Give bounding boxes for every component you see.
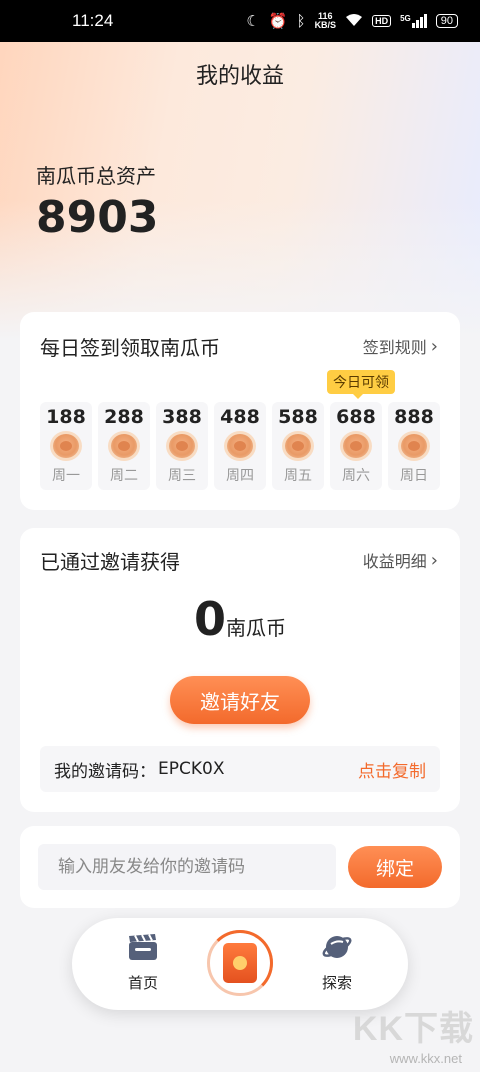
earnings-center-button[interactable] bbox=[207, 930, 273, 996]
pumpkin-coin-icon bbox=[340, 431, 372, 461]
chevron-right-icon: › bbox=[430, 549, 438, 571]
day-amount: 388 bbox=[162, 406, 202, 428]
status-bar: 11:24 ☾ ⏰ ᛒ 116 KB/S HD 5G 90 bbox=[0, 0, 480, 42]
battery-level: 90 bbox=[440, 15, 453, 27]
invite-code-input[interactable] bbox=[38, 844, 336, 890]
copy-code-button[interactable]: 点击复制 bbox=[358, 757, 426, 782]
checkin-day-fri[interactable]: 588 周五 bbox=[272, 402, 324, 490]
hd-badge: HD bbox=[372, 15, 392, 27]
pumpkin-coin-icon bbox=[282, 431, 314, 461]
nav-home-label: 首页 bbox=[127, 974, 158, 992]
invite-earnings-unit: 南瓜币 bbox=[226, 616, 286, 640]
alarm-icon: ⏰ bbox=[268, 12, 288, 30]
pumpkin-coin-icon bbox=[108, 431, 140, 461]
earnings-details-link[interactable]: 收益明细 › bbox=[363, 548, 438, 572]
day-weekday: 周五 bbox=[284, 468, 312, 484]
invite-code-row: 我的邀请码： EPCK0X 点击复制 bbox=[40, 746, 440, 792]
bottom-nav: 首页 探索 bbox=[72, 918, 408, 1010]
watermark-logo: KK下载 bbox=[352, 1010, 474, 1048]
invite-code-label: 我的邀请码： bbox=[54, 761, 156, 782]
total-assets-value: 8903 bbox=[36, 192, 159, 243]
day-weekday: 周二 bbox=[110, 468, 138, 484]
day-amount: 288 bbox=[104, 406, 144, 428]
checkin-day-wed[interactable]: 388 周三 bbox=[156, 402, 208, 490]
pumpkin-coin-icon bbox=[50, 431, 82, 461]
wifi-icon bbox=[345, 13, 363, 30]
checkin-rules-label: 签到规则 bbox=[362, 338, 427, 357]
net-speed: 116 KB/S bbox=[315, 12, 337, 30]
day-amount: 688 bbox=[336, 406, 376, 428]
checkin-days: 188 周一 288 周二 388 周三 488 周四 588 周五 688 周… bbox=[40, 402, 440, 490]
status-icons: ☾ ⏰ ᛒ 116 KB/S HD 5G 90 bbox=[246, 12, 458, 30]
checkin-day-thu[interactable]: 488 周四 bbox=[214, 402, 266, 490]
day-weekday: 周三 bbox=[168, 468, 196, 484]
invite-earnings: 0南瓜币 bbox=[20, 592, 460, 646]
bind-code-card: 绑定 bbox=[20, 826, 460, 908]
status-time: 11:24 bbox=[72, 11, 114, 30]
bluetooth-icon: ᛒ bbox=[296, 12, 306, 30]
chevron-right-icon: › bbox=[430, 335, 438, 357]
day-amount: 488 bbox=[220, 406, 260, 428]
day-weekday: 周六 bbox=[342, 468, 370, 484]
invite-earnings-value: 0 bbox=[193, 592, 226, 646]
battery-icon: 90 bbox=[435, 14, 458, 28]
nav-home[interactable]: 首页 bbox=[108, 932, 178, 993]
network-type: 5G bbox=[400, 14, 411, 23]
bind-button[interactable]: 绑定 bbox=[348, 846, 442, 888]
progress-ring bbox=[207, 930, 273, 996]
checkin-day-tue[interactable]: 288 周二 bbox=[98, 402, 150, 490]
checkin-day-mon[interactable]: 188 周一 bbox=[40, 402, 92, 490]
pumpkin-coin-icon bbox=[166, 431, 198, 461]
day-weekday: 周日 bbox=[400, 468, 428, 484]
net-speed-unit: KB/S bbox=[314, 20, 337, 30]
day-amount: 588 bbox=[278, 406, 318, 428]
checkin-day-sun[interactable]: 888 周日 bbox=[388, 402, 440, 490]
day-weekday: 周四 bbox=[226, 468, 254, 484]
total-assets-label: 南瓜币总资产 bbox=[36, 164, 156, 188]
planet-icon bbox=[321, 932, 353, 966]
nav-explore[interactable]: 探索 bbox=[302, 932, 372, 993]
invite-friends-button[interactable]: 邀请好友 bbox=[170, 676, 310, 724]
watermark-url: www.kkx.net bbox=[389, 1051, 462, 1066]
clapperboard-icon bbox=[127, 932, 159, 966]
checkin-day-sat[interactable]: 688 周六 bbox=[330, 402, 382, 490]
pumpkin-coin-icon bbox=[224, 431, 256, 461]
checkin-card: 每日签到领取南瓜币 签到规则 › 今日可领 188 周一 288 周二 388 … bbox=[20, 312, 460, 510]
invite-card: 已通过邀请获得 收益明细 › 0南瓜币 邀请好友 我的邀请码： EPCK0X 点… bbox=[20, 528, 460, 812]
day-weekday: 周一 bbox=[52, 468, 80, 484]
moon-icon: ☾ bbox=[246, 12, 260, 30]
today-available-badge: 今日可领 bbox=[327, 370, 395, 399]
day-amount: 188 bbox=[46, 406, 86, 428]
page-title: 我的收益 bbox=[195, 64, 284, 89]
signal-icon: 5G bbox=[400, 14, 427, 28]
invite-code-value: EPCK0X bbox=[158, 759, 225, 779]
checkin-title: 每日签到领取南瓜币 bbox=[40, 336, 220, 360]
pumpkin-coin-icon bbox=[398, 431, 430, 461]
day-amount: 888 bbox=[394, 406, 434, 428]
invite-title: 已通过邀请获得 bbox=[40, 550, 180, 574]
nav-explore-label: 探索 bbox=[321, 974, 352, 992]
earnings-details-label: 收益明细 bbox=[362, 552, 427, 571]
checkin-rules-link[interactable]: 签到规则 › bbox=[363, 334, 438, 358]
